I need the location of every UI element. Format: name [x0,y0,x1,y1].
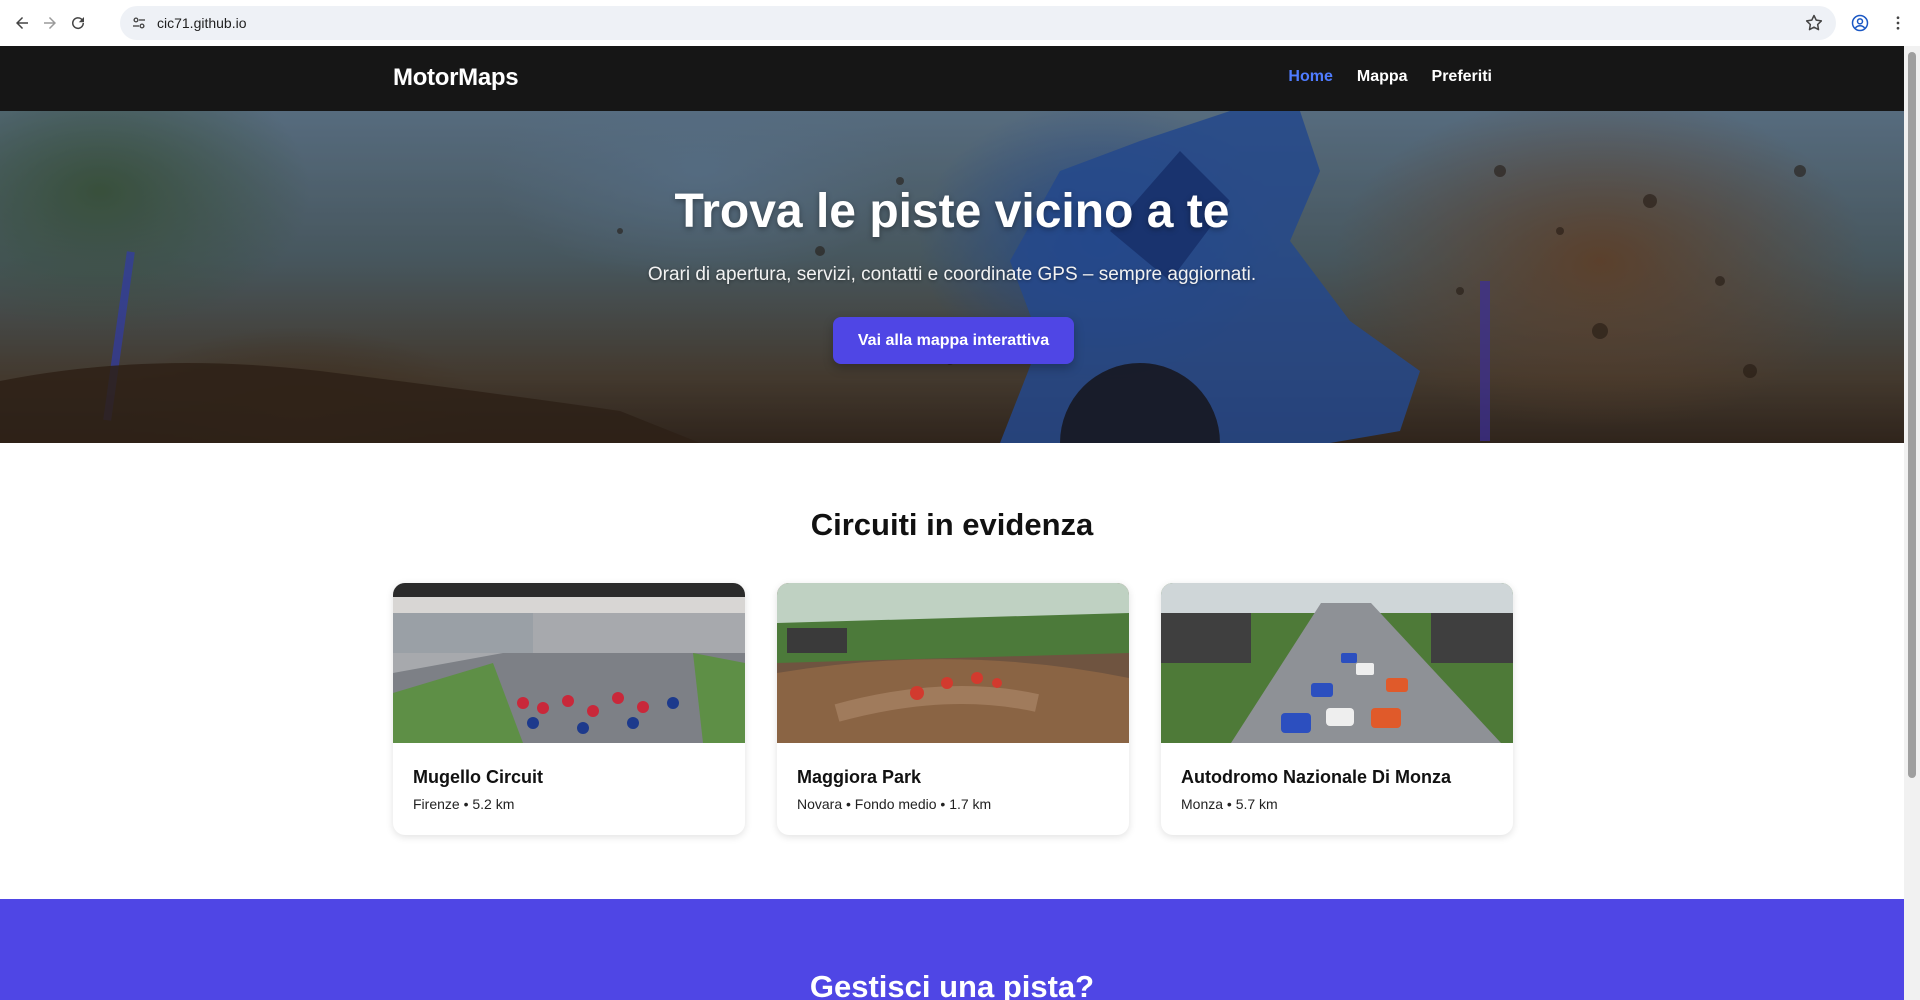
reload-icon[interactable] [66,11,90,35]
url-text[interactable]: cic71.github.io [157,15,247,31]
page-viewport: MotorMaps Home Mappa Preferiti Trova le … [0,46,1904,1000]
hero-title: Trova le piste vicino a te [674,185,1230,238]
circuit-photo [1161,583,1513,743]
circuit-card-mugello[interactable]: Mugello Circuit Firenze • 5.2 km [393,583,745,835]
site-header: MotorMaps Home Mappa Preferiti [0,46,1904,111]
nav-map[interactable]: Mappa [1357,68,1408,86]
manage-track-title: Gestisci una pista? [809,969,1095,1000]
hero-subtitle: Orari di apertura, servizi, contatti e c… [647,264,1257,285]
bookmark-star-icon[interactable] [1804,13,1824,33]
site-settings-icon[interactable] [130,14,148,32]
nav-home[interactable]: Home [1288,68,1332,86]
circuit-name: Mugello Circuit [413,767,543,787]
hero-content: Trova le piste vicino a te Orari di aper… [0,111,1904,443]
manage-track-section: Gestisci una pista? [0,899,1904,1000]
nav-favorites[interactable]: Preferiti [1432,68,1492,86]
featured-section-title: Circuiti in evidenza [810,507,1094,542]
circuit-photo [393,583,745,743]
brand-logo[interactable]: MotorMaps [393,64,519,92]
circuit-card-maggiora[interactable]: Maggiora Park Novara • Fondo medio • 1.7… [777,583,1129,835]
circuit-meta: Novara • Fondo medio • 1.7 km [797,796,992,812]
circuit-meta: Monza • 5.7 km [1181,796,1278,812]
circuit-name: Maggiora Park [797,767,922,787]
page-scrollbar[interactable] [1904,46,1920,1000]
forward-arrow-icon[interactable] [38,11,62,35]
back-arrow-icon[interactable] [10,11,34,35]
circuit-meta: Firenze • 5.2 km [413,796,515,812]
address-bar[interactable]: cic71.github.io [120,6,1836,40]
featured-circuits-list: Mugello Circuit Firenze • 5.2 km Maggior… [393,583,1513,835]
circuit-photo [777,583,1129,743]
hero-section: Trova le piste vicino a te Orari di aper… [0,111,1904,443]
more-menu-icon[interactable] [1886,11,1910,35]
open-map-button[interactable]: Vai alla mappa interattiva [833,317,1074,364]
circuit-card-monza[interactable]: Autodromo Nazionale Di Monza Monza • 5.7… [1161,583,1513,835]
scrollbar-thumb[interactable] [1908,52,1916,778]
main-nav: Home Mappa Preferiti [1288,68,1492,86]
browser-toolbar: cic71.github.io [0,0,1920,46]
circuit-name: Autodromo Nazionale Di Monza [1181,767,1451,787]
profile-icon[interactable] [1848,11,1872,35]
